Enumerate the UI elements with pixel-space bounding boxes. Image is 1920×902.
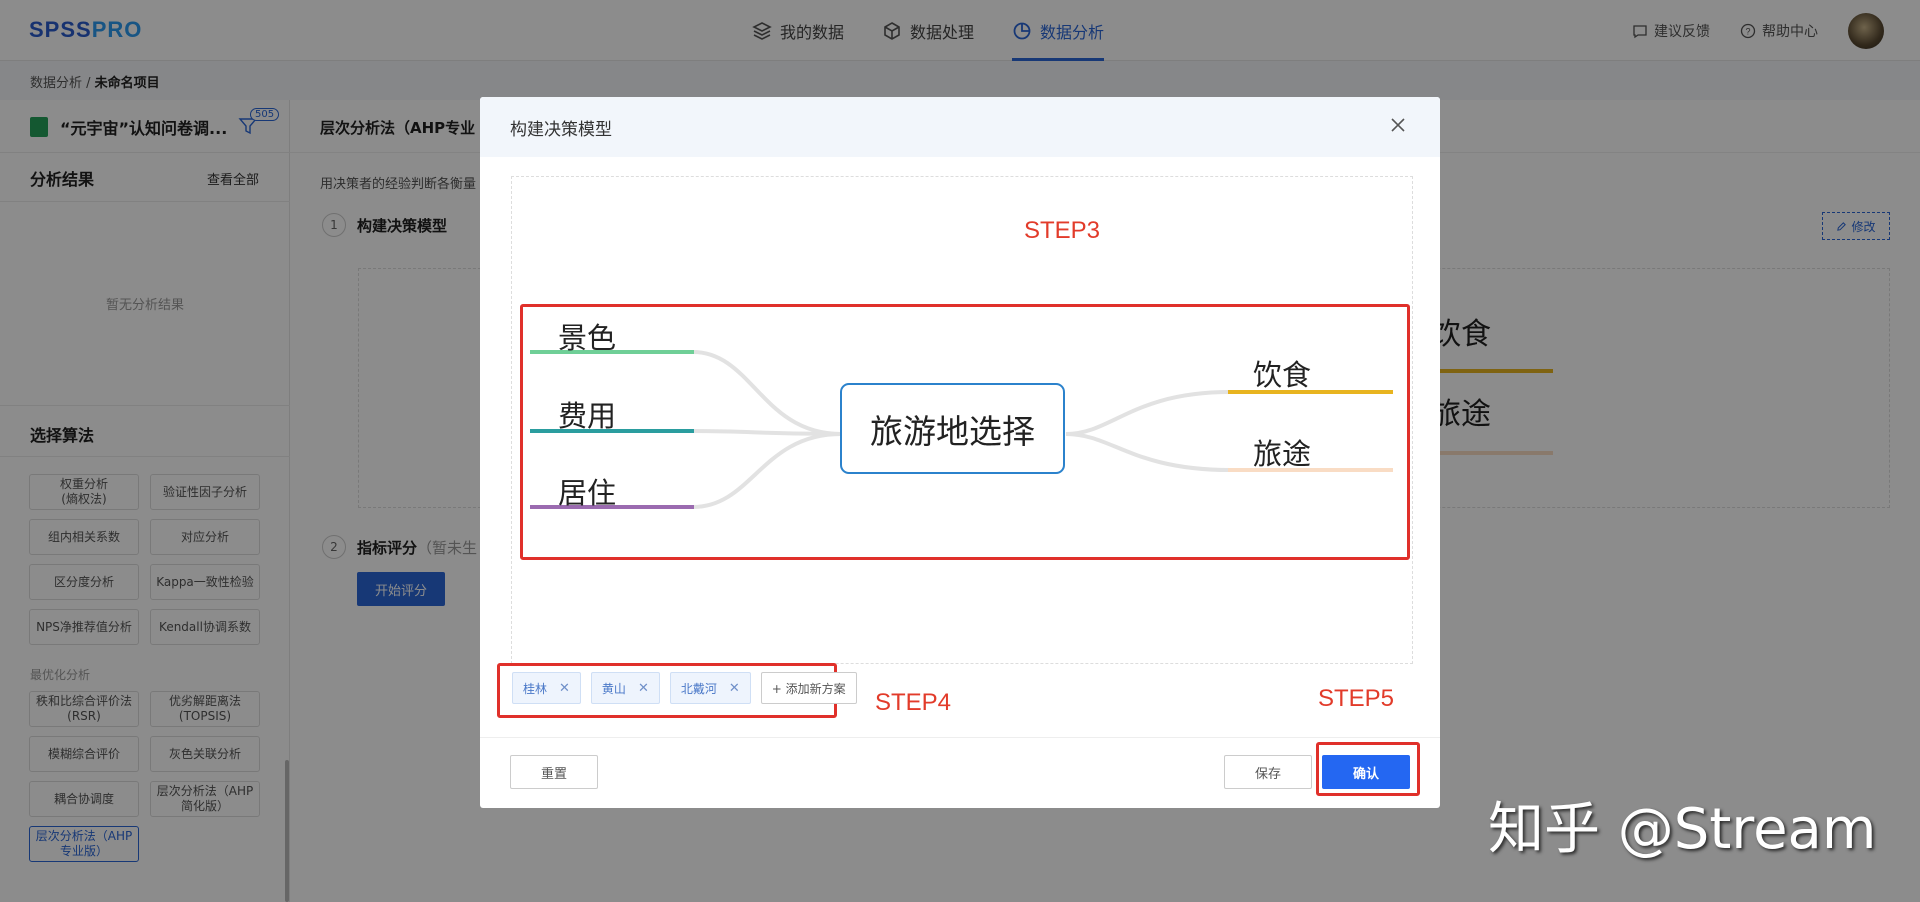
mind-map-node[interactable]: 费用: [558, 393, 616, 435]
alternative-chip[interactable]: 黄山 ✕: [590, 672, 660, 704]
alternative-chip[interactable]: 桂林 ✕: [512, 672, 581, 704]
close-icon[interactable]: ✕: [559, 681, 570, 696]
mind-map-node[interactable]: 旅途: [1253, 431, 1311, 473]
dialog-header: 构建决策模型: [480, 97, 1440, 157]
mind-map-node[interactable]: 居住: [558, 470, 616, 512]
chip-label: 北戴河: [680, 681, 717, 696]
step5-label: STEP5: [1318, 685, 1395, 712]
alternatives-list: 桂林 ✕ 黄山 ✕ 北戴河 ✕ + 添加新方案: [512, 672, 857, 704]
step4-label: STEP4: [875, 689, 952, 716]
mind-map-canvas[interactable]: STEP3 景色 费用 居住 旅游地选择 饮食 旅途: [511, 176, 1413, 664]
watermark: 知乎 @Stream: [1488, 797, 1877, 862]
divider: [480, 737, 1440, 738]
mind-map-root-node[interactable]: 旅游地选择: [840, 383, 1065, 474]
chip-label: 黄山: [601, 681, 626, 696]
mind-map-node[interactable]: 饮食: [1253, 352, 1311, 394]
save-button[interactable]: 保存: [1224, 755, 1312, 789]
add-alternative-button[interactable]: + 添加新方案: [760, 672, 857, 704]
chip-label: 桂林: [523, 681, 548, 696]
reset-button[interactable]: 重置: [510, 755, 598, 789]
build-model-dialog: 构建决策模型 STEP3 景色 费用 居住 旅游地选择 饮食 旅途 桂林 ✕ 黄山…: [480, 97, 1440, 808]
close-icon[interactable]: [1386, 113, 1410, 137]
close-icon[interactable]: ✕: [638, 681, 649, 696]
confirm-button[interactable]: 确认: [1322, 755, 1410, 789]
alternative-chip[interactable]: 北戴河 ✕: [669, 672, 751, 704]
close-icon[interactable]: ✕: [729, 681, 740, 696]
mind-map-node[interactable]: 景色: [558, 315, 616, 357]
dialog-title: 构建决策模型: [510, 120, 612, 140]
